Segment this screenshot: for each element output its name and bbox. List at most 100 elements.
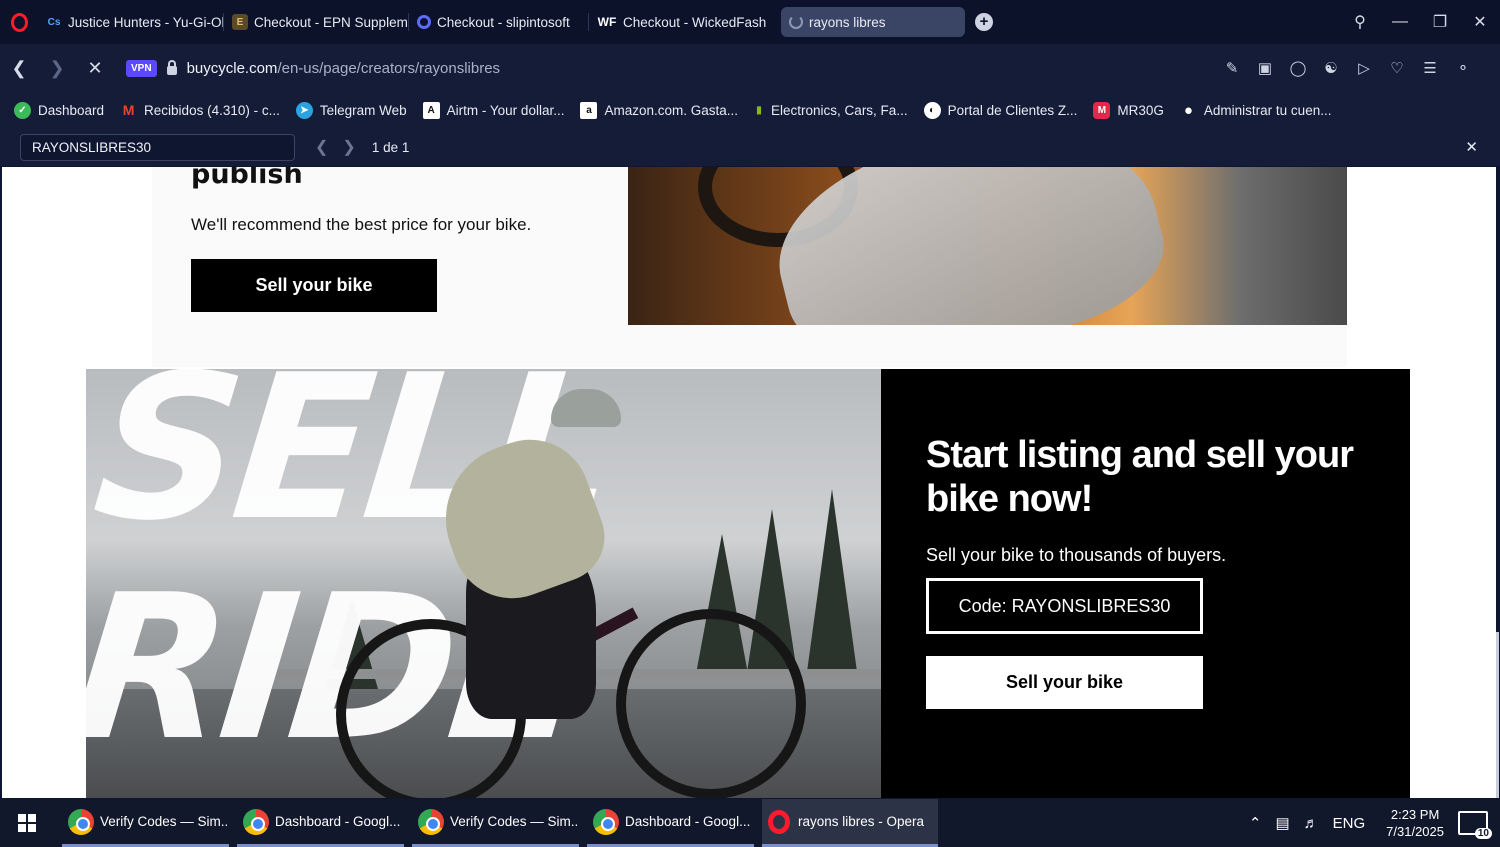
vpn-badge[interactable]: VPN — [126, 59, 157, 77]
bookmark-telegram[interactable]: ➤ Telegram Web — [295, 101, 407, 119]
opera-menu-icon[interactable] — [0, 0, 38, 44]
notifications-icon[interactable]: 10 — [1458, 811, 1492, 839]
notification-count: 10 — [1474, 828, 1492, 839]
url-path: /en-us/page/creators/rayonslibres — [277, 59, 501, 77]
chrome-icon — [243, 808, 269, 835]
wf-icon: WF — [597, 15, 617, 29]
close-window-button[interactable]: ✕ — [1460, 12, 1500, 32]
tab-justice-hunters[interactable]: Cs Justice Hunters - Yu-Gi-Oh — [38, 0, 224, 44]
new-tab-button[interactable]: + — [975, 13, 993, 31]
chevron-up-icon[interactable]: ⌃ — [1249, 814, 1262, 832]
dashboard-icon: ✓ — [14, 101, 31, 119]
adblock-shield-icon[interactable]: ◯ — [1289, 59, 1307, 77]
tab-wickedfash-checkout[interactable]: WF Checkout - WickedFash — [589, 0, 773, 44]
player-icon[interactable]: ▷ — [1355, 59, 1373, 77]
tab-slipintosoft-checkout[interactable]: Checkout - slipintosoft — [409, 0, 589, 44]
find-in-page-bar: RAYONSLIBRES30 ❮ ❯ 1 de 1 ✕ — [0, 128, 1500, 166]
chrome-icon — [68, 808, 94, 835]
address-field[interactable]: buycycle.com/en-us/page/creators/rayonsl… — [187, 60, 501, 77]
taskbar-item-dashboard-1[interactable]: Dashboard - Googl... — [237, 799, 404, 847]
taskbar-item-opera[interactable]: rayons libres - Opera — [762, 799, 938, 847]
taskbar-item-verify-codes-1[interactable]: Verify Codes — Sim... — [62, 799, 229, 847]
sell-your-bike-cta-button[interactable]: Sell your bike — [926, 656, 1203, 709]
tab-rayons-libres[interactable]: rayons libres — [781, 7, 965, 37]
tab-title: Checkout - EPN Suppleme — [254, 14, 409, 30]
lock-icon[interactable] — [166, 59, 177, 75]
bookmark-label: Dashboard — [38, 102, 105, 118]
promo-code-box[interactable]: Code: RAYONSLIBRES30 — [926, 578, 1203, 634]
taskbar-item-verify-codes-2[interactable]: Verify Codes — Sim... — [412, 799, 579, 847]
find-close-icon[interactable]: ✕ — [1465, 138, 1478, 156]
profile-icon[interactable]: ⚬ — [1454, 59, 1472, 77]
volume-icon[interactable]: ♬ — [1304, 815, 1319, 832]
cta-banner: SELL RIDE Start listing and sell your bi… — [86, 369, 1410, 798]
web-page: publish We'll recommend the best price f… — [2, 167, 1496, 798]
sell-your-bike-button[interactable]: Sell your bike — [191, 259, 437, 312]
find-previous-icon[interactable]: ❮ — [315, 137, 328, 157]
bookmark-label: Administrar tu cuen... — [1203, 102, 1332, 118]
tab-title: rayons libres — [809, 14, 886, 30]
windows-logo-icon — [18, 814, 36, 832]
bookmark-portal-clientes[interactable]: ◐ Portal de Clientes Z... — [923, 101, 1078, 119]
restore-button[interactable]: ❐ — [1420, 12, 1460, 32]
bookmark-label: Portal de Clientes Z... — [947, 102, 1078, 118]
opera-icon — [768, 809, 790, 834]
bookmark-dashboard[interactable]: ✓ Dashboard — [14, 101, 105, 119]
airtm-icon: A — [422, 101, 440, 119]
ebay-icon: ▮ — [756, 104, 762, 116]
tab-title: Justice Hunters - Yu-Gi-Oh — [68, 14, 224, 30]
tab-strip: Cs Justice Hunters - Yu-Gi-Oh E Checkout… — [0, 0, 1500, 44]
cta-panel: Start listing and sell your bike now! Se… — [881, 369, 1410, 798]
clock-time: 2:23 PM — [1390, 807, 1440, 822]
cta-subtitle: Sell your bike to thousands of buyers. — [926, 545, 1227, 565]
telegram-icon: ➤ — [295, 101, 313, 119]
stop-loading-button[interactable]: ✕ — [76, 58, 114, 79]
edit-icon[interactable]: ✎ — [1223, 59, 1241, 77]
find-next-icon[interactable]: ❯ — [342, 137, 355, 157]
forward-button[interactable]: ❯ — [38, 58, 76, 79]
bookmark-label: MR30G — [1117, 102, 1164, 118]
heart-icon[interactable]: ♡ — [1388, 59, 1406, 77]
gmail-icon: M — [122, 102, 135, 118]
camera-icon[interactable]: ▣ — [1256, 59, 1274, 77]
bookmark-mr30g[interactable]: M MR30G — [1093, 101, 1164, 119]
bookmark-gmail[interactable]: M Recibidos (4.310) - c... — [120, 102, 280, 119]
clock[interactable]: 2:23 PM 7/31/2025 — [1386, 806, 1444, 840]
easy-setup-icon[interactable]: ☰ — [1421, 59, 1439, 77]
taskbar-label: Dashboard - Googl... — [625, 814, 751, 829]
epn-icon: E — [232, 14, 248, 30]
cyclist-figure — [416, 389, 621, 719]
windows-taskbar: Verify Codes — Sim... Dashboard - Googl.… — [0, 799, 1500, 847]
tab-title: Checkout - WickedFash — [623, 14, 767, 30]
scrollbar-thumb[interactable] — [1496, 632, 1499, 798]
mr30g-icon: M — [1093, 101, 1111, 119]
url-host: buycycle.com — [186, 59, 278, 77]
bookmarks-bar: ✓ Dashboard M Recibidos (4.310) - c... ➤… — [0, 92, 1500, 128]
tab-title: Checkout - slipintosoft — [437, 14, 570, 30]
system-tray: ⌃ ▤ ♬ ENG 2:23 PM 7/31/2025 10 — [1242, 799, 1500, 847]
bike-hands-photo — [628, 167, 1347, 325]
bookmark-amazon[interactable]: a Amazon.com. Gasta... — [580, 101, 738, 119]
section-heading: publish — [191, 167, 303, 190]
taskbar-item-dashboard-2[interactable]: Dashboard - Googl... — [587, 799, 754, 847]
bookmark-airtm[interactable]: A Airtm - Your dollar... — [422, 101, 564, 119]
minimize-button[interactable]: — — [1380, 13, 1420, 31]
taskbar-label: rayons libres - Opera — [798, 814, 925, 829]
translate-icon[interactable]: ☯ — [1322, 59, 1340, 77]
tab-search-icon[interactable]: ⚲ — [1340, 12, 1380, 32]
bookmark-apple-account[interactable]: ● Administrar tu cuen... — [1180, 102, 1332, 119]
language-indicator[interactable]: ENG — [1333, 815, 1366, 832]
bookmark-ebay[interactable]: ▮ Electronics, Cars, Fa... — [754, 102, 907, 119]
start-button[interactable] — [0, 799, 54, 847]
find-input[interactable]: RAYONSLIBRES30 — [20, 133, 295, 161]
back-button[interactable]: ❮ — [0, 58, 38, 79]
cyclist-photo: SELL RIDE — [86, 369, 881, 798]
tab-epn-checkout[interactable]: E Checkout - EPN Suppleme — [224, 0, 409, 44]
address-bar-row: ❮ ❯ ✕ VPN buycycle.com/en-us/page/creato… — [0, 44, 1500, 126]
apple-icon: ● — [1183, 101, 1193, 119]
taskbar-label: Verify Codes — Sim... — [100, 814, 229, 829]
network-icon[interactable]: ▤ — [1275, 814, 1289, 832]
cs-icon: Cs — [47, 16, 61, 28]
window-controls: ⚲ — ❐ ✕ — [1340, 0, 1500, 44]
chrome-icon — [593, 808, 619, 835]
